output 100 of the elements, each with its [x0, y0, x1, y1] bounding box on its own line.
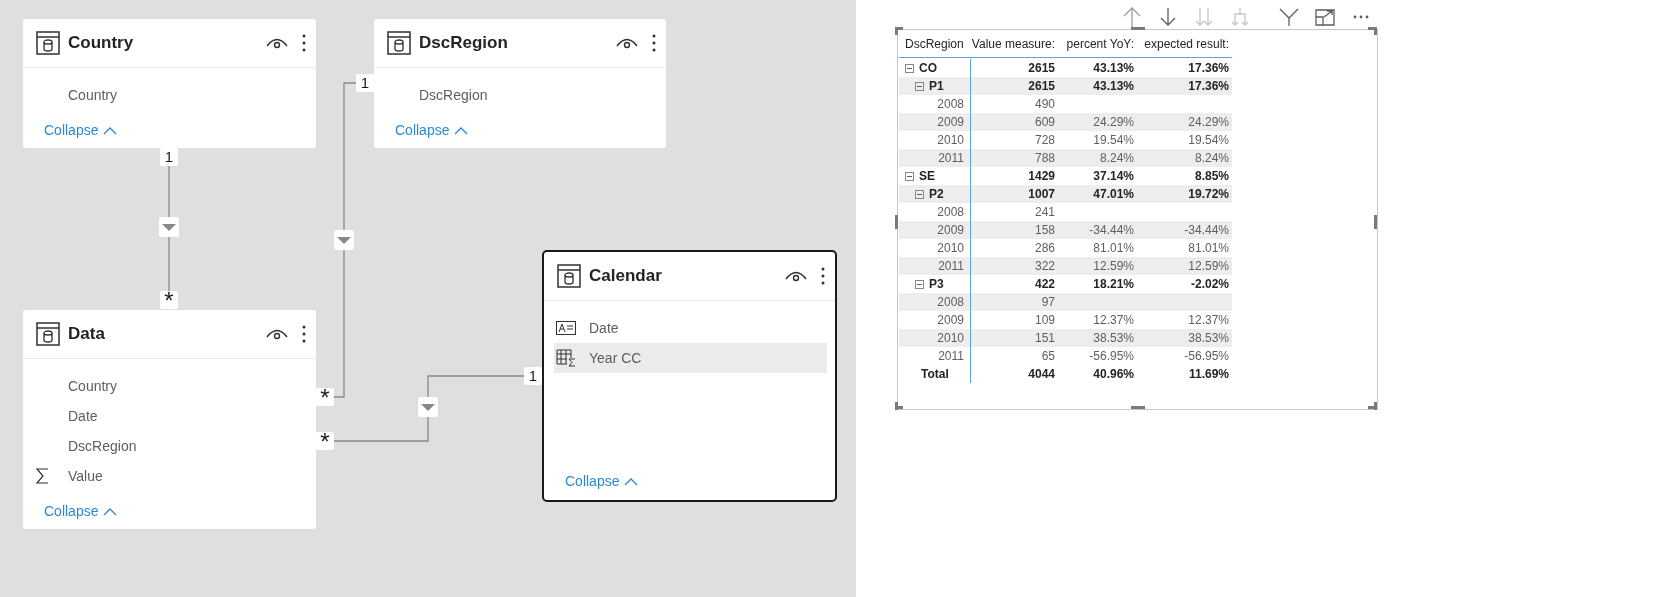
field-highlight[interactable]: Year CC [554, 343, 827, 373]
collapse-link[interactable]: Collapse [395, 122, 469, 138]
table-cell-text: 65 [1040, 349, 1056, 363]
relationship-line[interactable] [168, 165, 170, 292]
up-arrow-icon[interactable] [1121, 5, 1143, 28]
table-cell-text: 788 [1033, 151, 1056, 165]
resize-handle[interactable] [1374, 215, 1377, 229]
collapse-link[interactable]: Collapse [44, 503, 118, 519]
table-cell-text: 40.96% [1092, 367, 1135, 381]
table-cell-text: -56.95% [1183, 349, 1230, 363]
eye-icon[interactable] [266, 36, 288, 50]
table-cell-text: 47.01% [1092, 187, 1135, 201]
column-header[interactable]: expected result: [1137, 37, 1232, 51]
cardinality-label: 1 [356, 74, 374, 92]
table-card[interactable]: Calendar Date Year CC Collapse [542, 250, 837, 502]
collapse-icon[interactable] [905, 63, 914, 73]
chevron-up-icon[interactable] [103, 125, 118, 135]
table-cell-text: 1429 [1027, 169, 1056, 183]
collapse-icon[interactable] [905, 171, 914, 181]
table-cell-text: 728 [1033, 133, 1056, 147]
relationship-line[interactable] [333, 82, 357, 398]
field-name[interactable]: DscRegion [419, 87, 488, 103]
column-header[interactable]: DscRegion [899, 31, 971, 57]
row-label: 2010 [936, 241, 965, 255]
collapse-icon[interactable] [915, 81, 924, 91]
resize-handle[interactable] [1131, 406, 1145, 409]
table-cell-text: 1007 [1027, 187, 1056, 201]
row-label: Total [921, 367, 949, 381]
table-cell-text: 81.01% [1187, 241, 1230, 255]
table-cell-text: 158 [1033, 223, 1056, 237]
resize-handle[interactable] [1368, 27, 1377, 35]
chevron-up-icon[interactable] [624, 476, 639, 486]
cardinality-label: 1 [524, 367, 542, 385]
eye-icon[interactable] [266, 327, 288, 341]
more-options-icon[interactable] [821, 267, 825, 285]
table-cell-text: 12.59% [1187, 259, 1230, 273]
table-card[interactable]: Country Country Collapse [23, 19, 316, 148]
table-cell-text: 11.69% [1187, 367, 1230, 381]
field-name[interactable]: Year CC [589, 350, 642, 366]
collapse-link[interactable]: Collapse [565, 473, 639, 489]
chevron-up-icon[interactable] [454, 125, 469, 135]
field-name[interactable]: Date [68, 408, 98, 424]
row-label: 2009 [936, 313, 965, 327]
filter-direction-icon [334, 230, 354, 250]
table-cell-text: 2615 [1027, 79, 1056, 93]
chevron-up-icon[interactable] [103, 506, 118, 516]
field-name[interactable]: Date [589, 320, 619, 336]
collapse-link[interactable]: Collapse [44, 122, 118, 138]
row-label: 2010 [936, 133, 965, 147]
resize-handle[interactable] [895, 402, 903, 410]
row-label: P1 [929, 79, 944, 93]
row-label: SE [919, 169, 935, 183]
resize-handle[interactable] [895, 215, 898, 229]
row-label: P3 [929, 277, 944, 291]
field-name[interactable]: Value [68, 468, 103, 484]
column-header[interactable]: Value measure: [971, 37, 1058, 51]
collapse-icon[interactable] [915, 189, 924, 199]
row-label: 2008 [936, 205, 965, 219]
table-card[interactable]: Data Country Date DscRegion Value Collapse [23, 310, 316, 529]
field-name[interactable]: Country [68, 378, 118, 394]
table-cell-text: 8.24% [1098, 151, 1135, 165]
column-header[interactable]: percent YoY: [1058, 37, 1137, 51]
collapse-icon[interactable] [915, 279, 924, 289]
table-cell-text: 19.54% [1092, 133, 1135, 147]
resize-handle[interactable] [1368, 402, 1377, 410]
filter-direction-icon [159, 217, 179, 237]
table-cell-text: 17.36% [1187, 79, 1230, 93]
table-title: Country [68, 33, 135, 53]
eye-icon[interactable] [785, 269, 807, 283]
table-title: DscRegion [419, 33, 509, 53]
table-icon [36, 322, 60, 346]
filter-direction-icon [418, 397, 438, 417]
resize-handle[interactable] [1131, 27, 1145, 30]
row-label: 2008 [936, 97, 965, 111]
table-cell-text: 12.37% [1187, 313, 1230, 327]
row-label: 2011 [937, 349, 965, 363]
table-cell-text: 241 [1033, 205, 1056, 219]
table-cell-text: 151 [1033, 331, 1056, 345]
table-cell-text: 81.01% [1092, 241, 1135, 255]
table-icon [36, 31, 60, 55]
more-options-icon[interactable] [302, 34, 306, 52]
table-card[interactable]: DscRegion DscRegion Collapse [374, 19, 666, 148]
field-name[interactable]: Country [68, 87, 118, 103]
resize-handle[interactable] [895, 27, 903, 35]
table-cell-text: 609 [1033, 115, 1056, 129]
table-cell-text: 8.24% [1193, 151, 1230, 165]
row-label: 2009 [936, 223, 965, 237]
cardinality-label: 1 [160, 148, 178, 166]
eye-icon[interactable] [616, 36, 638, 50]
table-cell-text: 109 [1033, 313, 1056, 327]
table-cell-text: 38.53% [1187, 331, 1230, 345]
calculated-column-icon [556, 349, 576, 367]
table-cell-text: 17.36% [1187, 61, 1230, 75]
relationship-line[interactable] [333, 375, 525, 442]
field-name[interactable]: DscRegion [68, 438, 137, 454]
more-options-icon[interactable] [302, 325, 306, 343]
row-label: P2 [929, 187, 944, 201]
more-options-icon[interactable] [652, 34, 656, 52]
table-cell-text: 12.59% [1092, 259, 1135, 273]
row-label: 2010 [936, 331, 965, 345]
